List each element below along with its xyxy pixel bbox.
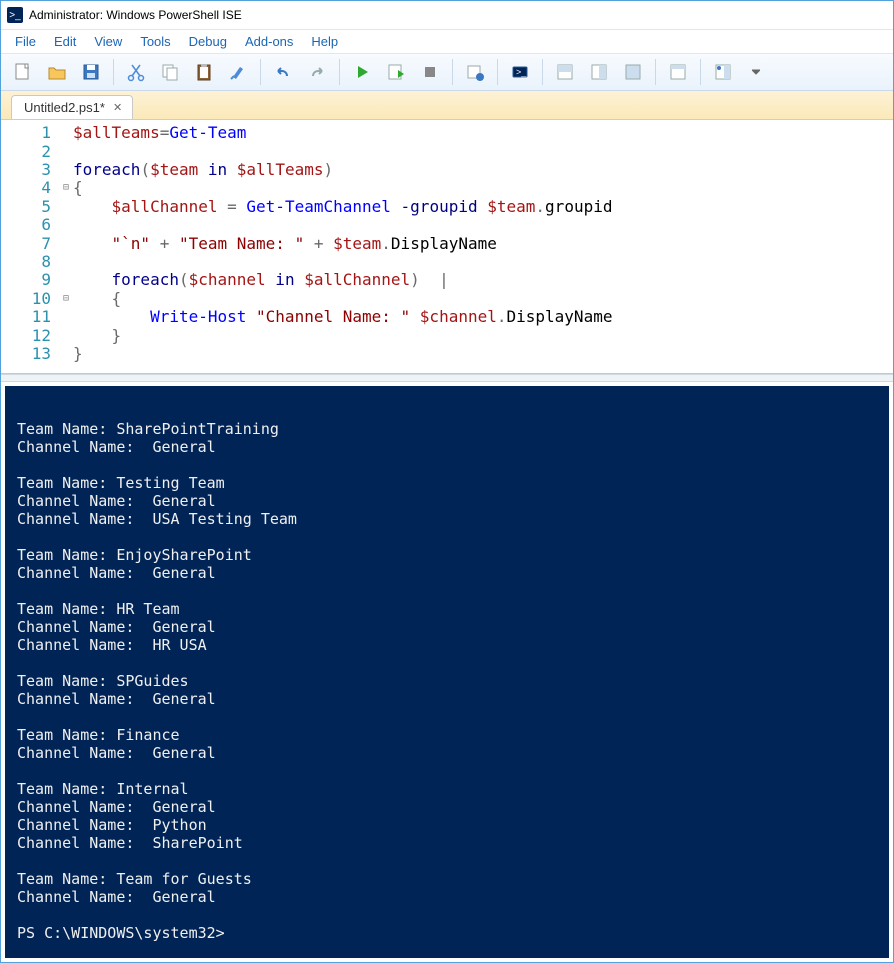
remote-button[interactable]: >_ bbox=[504, 57, 536, 87]
powershell-icon: >_ bbox=[7, 7, 23, 23]
tab-untitled2[interactable]: Untitled2.ps1* ✕ bbox=[11, 95, 133, 119]
undo-button[interactable] bbox=[267, 57, 299, 87]
layout-side-button[interactable] bbox=[583, 57, 615, 87]
menu-tools[interactable]: Tools bbox=[132, 32, 178, 51]
show-command-button[interactable] bbox=[662, 57, 694, 87]
menu-view[interactable]: View bbox=[86, 32, 130, 51]
menu-addons[interactable]: Add-ons bbox=[237, 32, 301, 51]
toolbar-separator bbox=[497, 59, 498, 85]
toolbar: >_ bbox=[1, 54, 893, 91]
toolbar-separator bbox=[113, 59, 114, 85]
close-tab-icon[interactable]: ✕ bbox=[113, 101, 122, 114]
redo-button[interactable] bbox=[301, 57, 333, 87]
paste-button[interactable] bbox=[188, 57, 220, 87]
splitter[interactable] bbox=[1, 374, 893, 382]
copy-button[interactable] bbox=[154, 57, 186, 87]
breakpoint-button[interactable] bbox=[459, 57, 491, 87]
tab-label: Untitled2.ps1* bbox=[24, 100, 105, 115]
window-title: Administrator: Windows PowerShell ISE bbox=[29, 8, 242, 22]
layout-script-top-button[interactable] bbox=[549, 57, 581, 87]
script-editor[interactable]: 12345678910111213 ⊟⊟ $allTeams=Get-Team … bbox=[1, 120, 893, 374]
toolbar-separator bbox=[260, 59, 261, 85]
clear-button[interactable] bbox=[222, 57, 254, 87]
svg-text:>_: >_ bbox=[516, 67, 527, 77]
open-file-button[interactable] bbox=[41, 57, 73, 87]
layout-full-button[interactable] bbox=[617, 57, 649, 87]
console-output[interactable]: Team Name: SharePointTraining Channel Na… bbox=[5, 386, 889, 958]
toolbar-separator bbox=[700, 59, 701, 85]
fold-gutter: ⊟⊟ bbox=[59, 120, 73, 373]
new-file-button[interactable] bbox=[7, 57, 39, 87]
menu-bar: File Edit View Tools Debug Add-ons Help bbox=[1, 30, 893, 53]
line-number-gutter: 12345678910111213 bbox=[1, 120, 59, 373]
toolbar-separator bbox=[542, 59, 543, 85]
run-selection-button[interactable] bbox=[380, 57, 412, 87]
save-file-button[interactable] bbox=[75, 57, 107, 87]
toolbar-separator bbox=[452, 59, 453, 85]
tab-strip: Untitled2.ps1* ✕ bbox=[1, 91, 893, 120]
cut-button[interactable] bbox=[120, 57, 152, 87]
toolbar-overflow-button[interactable] bbox=[741, 57, 773, 87]
menu-edit[interactable]: Edit bbox=[46, 32, 84, 51]
console-panel-wrap: Team Name: SharePointTraining Channel Na… bbox=[1, 382, 893, 962]
menu-file[interactable]: File bbox=[7, 32, 44, 51]
show-command-addon-button[interactable] bbox=[707, 57, 739, 87]
title-bar: >_ Administrator: Windows PowerShell ISE bbox=[1, 1, 893, 30]
toolbar-separator bbox=[339, 59, 340, 85]
menu-debug[interactable]: Debug bbox=[181, 32, 235, 51]
toolbar-separator bbox=[655, 59, 656, 85]
code-area[interactable]: $allTeams=Get-Team foreach($team in $all… bbox=[73, 120, 893, 373]
stop-button[interactable] bbox=[414, 57, 446, 87]
menu-help[interactable]: Help bbox=[303, 32, 346, 51]
run-button[interactable] bbox=[346, 57, 378, 87]
